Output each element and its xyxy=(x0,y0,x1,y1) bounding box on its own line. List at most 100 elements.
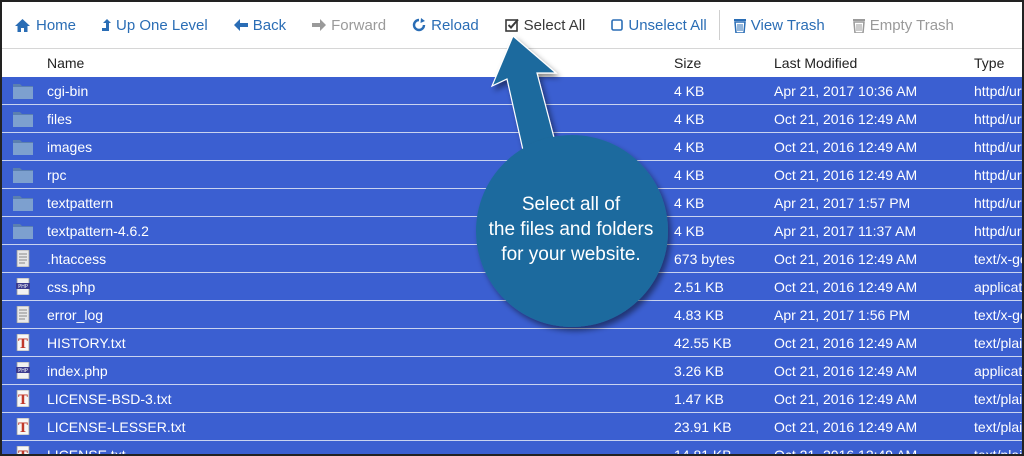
file-name[interactable]: LICENSE.txt xyxy=(47,447,126,454)
file-size: 4 KB xyxy=(674,223,705,239)
table-row[interactable]: rpc 4 KB Oct 21, 2016 12:49 AM httpd/ur xyxy=(2,161,1022,189)
file-size: 3.26 KB xyxy=(674,363,724,379)
file-size: 23.91 KB xyxy=(674,419,732,435)
file-modified: Apr 21, 2017 1:57 PM xyxy=(774,195,911,211)
reload-button[interactable]: Reload xyxy=(412,2,479,48)
folder-icon xyxy=(13,222,33,239)
table-row[interactable]: T LICENSE.txt 14.81 KB Oct 21, 2016 12:49 A… xyxy=(2,441,1023,456)
file-size: 4 KB xyxy=(674,111,705,127)
file-size: 2.51 KB xyxy=(674,279,724,295)
file-name[interactable]: textpattern-4.6.2 xyxy=(47,223,149,239)
file-modified: Oct 21, 2016 12:49 AM xyxy=(774,363,918,379)
table-row[interactable]: cgi-bin 4 KB Apr 21, 2017 10:36 AM httpd/ur xyxy=(2,77,1022,105)
view-trash-button[interactable]: View Trash xyxy=(733,2,825,48)
svg-text:PHP: PHP xyxy=(18,284,28,290)
file-name[interactable]: LICENSE-BSD-3.txt xyxy=(47,391,171,407)
view-trash-label: View Trash xyxy=(750,16,825,34)
callout-line-1: Select all of xyxy=(521,194,621,215)
square-icon xyxy=(611,19,624,31)
column-name[interactable]: Name xyxy=(47,55,84,71)
table-row[interactable]: PHP index.php 3.26 KB Oct 21, 2016 12:49 AM… xyxy=(2,357,1022,385)
file-name[interactable]: index.php xyxy=(47,363,108,379)
up-one-level-button[interactable]: Up One Level xyxy=(101,2,208,48)
file-name[interactable]: .htaccess xyxy=(47,251,106,267)
table-row[interactable]: images 4 KB Oct 21, 2016 12:49 AM httpd/ur xyxy=(2,133,1022,161)
column-last-modified[interactable]: Last Modified xyxy=(774,55,857,71)
home-icon xyxy=(15,18,30,32)
text-file-icon: T xyxy=(13,445,33,456)
file-modified: Oct 21, 2016 12:49 AM xyxy=(774,251,918,267)
file-type: applicat xyxy=(974,363,1023,379)
callout-line-2: the files and folders xyxy=(488,219,654,240)
toolbar: Home Up One Level Back Forward Reload Se… xyxy=(2,2,1022,48)
home-label: Home xyxy=(36,16,77,34)
file-name[interactable]: error_log xyxy=(47,307,103,323)
file-size: 4 KB xyxy=(674,139,705,155)
file-type: text/x-ge xyxy=(974,307,1024,323)
file-type: text/plai xyxy=(974,447,1023,456)
file-name[interactable]: files xyxy=(47,111,72,127)
file-type: httpd/ur xyxy=(974,167,1022,183)
file-modified: Oct 21, 2016 12:49 AM xyxy=(774,111,918,127)
callout-text: Select all of the files and folders for … xyxy=(466,192,676,267)
folder-icon xyxy=(13,138,33,155)
file-type: text/x-ge xyxy=(974,251,1024,267)
reload-label: Reload xyxy=(431,16,479,34)
level-up-icon xyxy=(102,18,112,31)
home-button[interactable]: Home xyxy=(14,2,76,48)
file-size: 14.81 KB xyxy=(674,447,732,456)
table-row[interactable]: PHP css.php 2.51 KB Oct 21, 2016 12:49 AM ap… xyxy=(2,273,1022,301)
back-label: Back xyxy=(252,16,287,34)
select-all-label: Select All xyxy=(523,16,586,34)
file-size: 673 bytes xyxy=(674,251,735,267)
select-all-button[interactable]: Select All xyxy=(504,2,586,48)
text-file-icon: T xyxy=(13,417,33,436)
file-name[interactable]: LICENSE-LESSER.txt xyxy=(47,419,186,435)
file-modified: Apr 21, 2017 1:56 PM xyxy=(774,307,911,323)
table-row[interactable]: T LICENSE-LESSER.txt 23.91 KB Oct 21, 2016 … xyxy=(2,413,1022,441)
file-modified: Apr 21, 2017 11:37 AM xyxy=(774,223,917,239)
file-name[interactable]: HISTORY.txt xyxy=(47,335,126,351)
folder-icon xyxy=(13,166,33,183)
reload-icon xyxy=(412,18,426,32)
forward-label: Forward xyxy=(331,16,387,34)
folder-icon xyxy=(13,110,33,127)
trash-icon xyxy=(852,18,865,33)
svg-text:T: T xyxy=(18,421,28,435)
php-file-icon: PHP xyxy=(13,361,33,380)
file-modified: Oct 21, 2016 12:49 AM xyxy=(774,167,918,183)
file-name[interactable]: textpattern xyxy=(47,195,113,211)
trash-icon xyxy=(733,18,746,33)
file-modified: Oct 21, 2016 12:49 AM xyxy=(774,419,918,435)
table-row[interactable]: T LICENSE-BSD-3.txt 1.47 KB Oct 21, 2016 12… xyxy=(2,385,1022,413)
file-size: 4 KB xyxy=(674,167,705,183)
forward-button[interactable]: Forward xyxy=(312,2,386,48)
back-button[interactable]: Back xyxy=(233,2,287,48)
file-size: 4.83 KB xyxy=(674,307,724,323)
file-name[interactable]: cgi-bin xyxy=(47,83,88,99)
file-modified: Apr 21, 2017 10:36 AM xyxy=(774,83,918,99)
table-row[interactable]: error_log 4.83 KB Apr 21, 2017 1:56 PM text… xyxy=(2,301,1022,329)
file-modified: Oct 21, 2016 12:49 AM xyxy=(774,279,918,295)
file-name[interactable]: rpc xyxy=(47,167,66,183)
file-type: text/plai xyxy=(974,391,1023,407)
column-type[interactable]: Type xyxy=(974,55,1004,71)
unselect-all-button[interactable]: Unselect All xyxy=(611,2,707,48)
table-row[interactable]: T HISTORY.txt 42.55 KB Oct 21, 2016 12:49 A… xyxy=(2,329,1022,357)
file-size: 4 KB xyxy=(674,83,705,99)
svg-text:T: T xyxy=(18,393,28,407)
file-modified: Oct 21, 2016 12:49 AM xyxy=(774,447,918,456)
svg-text:T: T xyxy=(18,449,28,456)
text-file-icon: T xyxy=(13,333,33,352)
table-row[interactable]: files 4 KB Oct 21, 2016 12:49 AM httpd/ur xyxy=(2,105,1022,133)
svg-text:PHP: PHP xyxy=(18,368,28,374)
empty-trash-button[interactable]: Empty Trash xyxy=(852,2,954,48)
column-size[interactable]: Size xyxy=(674,55,701,71)
file-name[interactable]: css.php xyxy=(47,279,95,295)
file-name[interactable]: images xyxy=(47,139,92,155)
file-size: 42.55 KB xyxy=(674,335,732,351)
file-type: applicat xyxy=(974,279,1023,295)
file-type: httpd/ur xyxy=(974,83,1022,99)
file-type: text/plai xyxy=(974,335,1023,351)
toolbar-divider xyxy=(718,10,720,40)
